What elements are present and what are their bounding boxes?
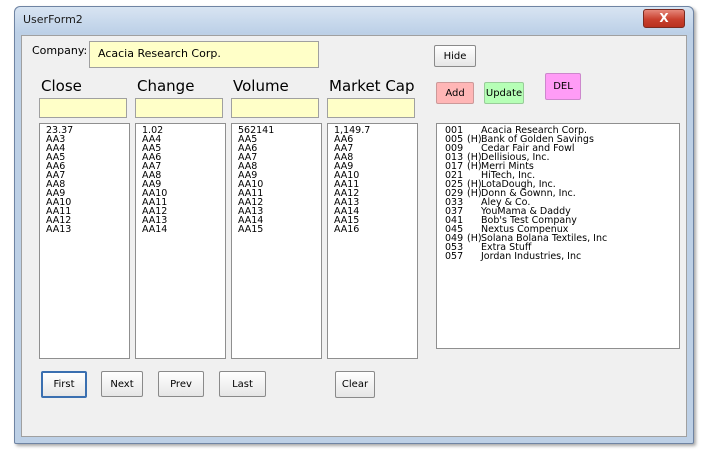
market-cap-header: Market Cap: [326, 77, 418, 95]
add-button[interactable]: Add: [436, 82, 474, 104]
next-button[interactable]: Next: [101, 371, 143, 397]
list-item[interactable]: AA15: [238, 225, 315, 235]
list-item[interactable]: AA14: [142, 225, 219, 235]
market-cap-input[interactable]: [327, 98, 415, 118]
company-list-item[interactable]: 017 (H)Merri Mints: [445, 162, 671, 172]
update-button[interactable]: Update: [484, 82, 524, 104]
last-button[interactable]: Last: [219, 371, 266, 397]
delete-button[interactable]: DEL: [545, 73, 581, 100]
close-list[interactable]: 23.37 AA3 AA4 AA5 AA6 AA7 AA8 AA9 AA10 A…: [39, 123, 130, 359]
company-list[interactable]: 001 Acacia Research Corp. 005 (H)Bank of G…: [436, 123, 680, 349]
company-field[interactable]: Acacia Research Corp.: [89, 41, 319, 68]
list-item[interactable]: AA13: [46, 225, 123, 235]
market-cap-list[interactable]: 1,149.7 AA6 AA7 AA8 AA9 AA10 AA11 AA12 A…: [327, 123, 418, 359]
window-title: UserForm2: [23, 13, 83, 26]
prev-button[interactable]: Prev: [158, 371, 204, 397]
volume-header: Volume: [230, 77, 292, 95]
change-header: Change: [134, 77, 198, 95]
title-bar: UserForm2 X: [15, 7, 693, 33]
volume-list[interactable]: 562141 AA5 AA6 AA7 AA8 AA9 AA10 AA11 AA1…: [231, 123, 322, 359]
list-item[interactable]: AA16: [334, 225, 411, 235]
change-input[interactable]: [135, 98, 223, 118]
userform-window: UserForm2 X Company: Acacia Research Cor…: [14, 6, 694, 444]
close-header: Close: [38, 77, 85, 95]
close-button[interactable]: X: [643, 9, 685, 28]
clear-button[interactable]: Clear: [335, 371, 375, 398]
company-label: Company:: [32, 44, 88, 57]
company-list-item[interactable]: 029 (H)Donn & Gownn, Inc.: [445, 189, 671, 199]
form-client-area: Company: Acacia Research Corp. Close 23.…: [21, 35, 687, 437]
volume-input[interactable]: [231, 98, 319, 118]
hide-button[interactable]: Hide: [434, 45, 476, 67]
close-input[interactable]: [39, 98, 127, 118]
first-button[interactable]: First: [41, 371, 87, 398]
company-list-item[interactable]: 057 Jordan Industries, Inc: [445, 252, 671, 262]
company-list-item[interactable]: 049 (H)Solana Bolana Textiles, Inc: [445, 234, 671, 244]
change-list[interactable]: 1.02 AA4 AA5 AA6 AA7 AA8 AA9 AA10 AA11 A…: [135, 123, 226, 359]
